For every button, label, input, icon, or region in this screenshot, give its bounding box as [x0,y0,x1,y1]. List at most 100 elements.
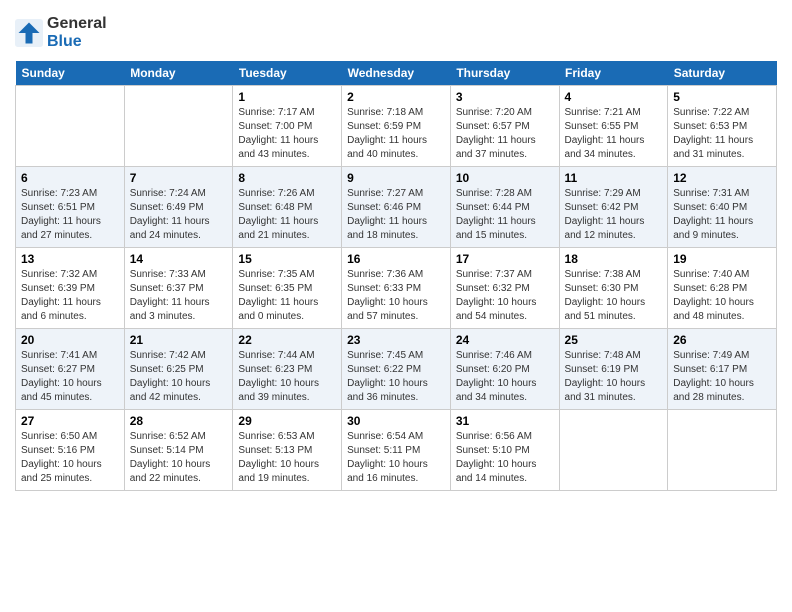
day-info: Sunrise: 7:49 AM Sunset: 6:17 PM Dayligh… [673,349,771,405]
day-number: 9 [347,171,445,185]
calendar-cell: 4 Sunrise: 7:21 AM Sunset: 6:55 PM Daylig… [559,86,668,167]
calendar-cell: 8 Sunrise: 7:26 AM Sunset: 6:48 PM Daylig… [233,167,342,248]
day-info: Sunrise: 6:50 AM Sunset: 5:16 PM Dayligh… [21,430,119,486]
day-number: 3 [456,90,554,104]
day-number: 26 [673,333,771,347]
calendar-cell: 17 Sunrise: 7:37 AM Sunset: 6:32 PM Dayli… [450,248,559,329]
calendar-cell [668,410,777,491]
day-number: 4 [565,90,663,104]
day-info: Sunrise: 7:44 AM Sunset: 6:23 PM Dayligh… [238,349,336,405]
calendar-cell: 3 Sunrise: 7:20 AM Sunset: 6:57 PM Daylig… [450,86,559,167]
calendar-week-1: 1 Sunrise: 7:17 AM Sunset: 7:00 PM Daylig… [16,86,777,167]
day-number: 20 [21,333,119,347]
day-number: 5 [673,90,771,104]
day-info: Sunrise: 7:22 AM Sunset: 6:53 PM Dayligh… [673,106,771,162]
day-info: Sunrise: 7:45 AM Sunset: 6:22 PM Dayligh… [347,349,445,405]
calendar-cell: 2 Sunrise: 7:18 AM Sunset: 6:59 PM Daylig… [342,86,451,167]
calendar-week-4: 20 Sunrise: 7:41 AM Sunset: 6:27 PM Dayli… [16,329,777,410]
day-info: Sunrise: 7:27 AM Sunset: 6:46 PM Dayligh… [347,187,445,243]
calendar-cell: 19Sunrise: 7:40 AM Sunset: 6:28 PM Dayli… [668,248,777,329]
day-info: Sunrise: 7:17 AM Sunset: 7:00 PM Dayligh… [238,106,336,162]
day-number: 6 [21,171,119,185]
day-number: 1 [238,90,336,104]
day-info: Sunrise: 7:48 AM Sunset: 6:19 PM Dayligh… [565,349,663,405]
calendar-header-row: SundayMondayTuesdayWednesdayThursdayFrid… [16,61,777,86]
calendar-cell [559,410,668,491]
day-info: Sunrise: 7:28 AM Sunset: 6:44 PM Dayligh… [456,187,554,243]
day-number: 8 [238,171,336,185]
calendar-table: SundayMondayTuesdayWednesdayThursdayFrid… [15,61,777,491]
day-number: 28 [130,414,228,428]
day-info: Sunrise: 7:35 AM Sunset: 6:35 PM Dayligh… [238,268,336,324]
day-info: Sunrise: 7:38 AM Sunset: 6:30 PM Dayligh… [565,268,663,324]
col-header-wednesday: Wednesday [342,61,451,86]
logo-icon [15,19,43,47]
day-info: Sunrise: 7:41 AM Sunset: 6:27 PM Dayligh… [21,349,119,405]
day-info: Sunrise: 6:53 AM Sunset: 5:13 PM Dayligh… [238,430,336,486]
day-number: 17 [456,252,554,266]
day-number: 12 [673,171,771,185]
day-info: Sunrise: 6:52 AM Sunset: 5:14 PM Dayligh… [130,430,228,486]
day-number: 29 [238,414,336,428]
calendar-cell: 22 Sunrise: 7:44 AM Sunset: 6:23 PM Dayli… [233,329,342,410]
day-info: Sunrise: 7:37 AM Sunset: 6:32 PM Dayligh… [456,268,554,324]
calendar-cell: 11Sunrise: 7:29 AM Sunset: 6:42 PM Dayli… [559,167,668,248]
logo: General Blue [15,15,107,51]
calendar-cell: 7Sunrise: 7:24 AM Sunset: 6:49 PM Daylig… [124,167,233,248]
calendar-cell: 28 Sunrise: 6:52 AM Sunset: 5:14 PM Dayli… [124,410,233,491]
day-info: Sunrise: 7:18 AM Sunset: 6:59 PM Dayligh… [347,106,445,162]
day-info: Sunrise: 7:42 AM Sunset: 6:25 PM Dayligh… [130,349,228,405]
calendar-week-3: 13Sunrise: 7:32 AM Sunset: 6:39 PM Dayli… [16,248,777,329]
day-info: Sunrise: 7:29 AM Sunset: 6:42 PM Dayligh… [565,187,663,243]
calendar-cell: 16 Sunrise: 7:36 AM Sunset: 6:33 PM Dayli… [342,248,451,329]
calendar-cell [16,86,125,167]
col-header-friday: Friday [559,61,668,86]
day-info: Sunrise: 6:56 AM Sunset: 5:10 PM Dayligh… [456,430,554,486]
day-info: Sunrise: 7:36 AM Sunset: 6:33 PM Dayligh… [347,268,445,324]
calendar-cell: 1 Sunrise: 7:17 AM Sunset: 7:00 PM Daylig… [233,86,342,167]
day-number: 24 [456,333,554,347]
calendar-cell: 9 Sunrise: 7:27 AM Sunset: 6:46 PM Daylig… [342,167,451,248]
calendar-cell: 26 Sunrise: 7:49 AM Sunset: 6:17 PM Dayli… [668,329,777,410]
calendar-cell: 10 Sunrise: 7:28 AM Sunset: 6:44 PM Dayli… [450,167,559,248]
calendar-cell [124,86,233,167]
calendar-cell: 25Sunrise: 7:48 AM Sunset: 6:19 PM Dayli… [559,329,668,410]
day-number: 22 [238,333,336,347]
day-info: Sunrise: 7:26 AM Sunset: 6:48 PM Dayligh… [238,187,336,243]
calendar-cell: 12Sunrise: 7:31 AM Sunset: 6:40 PM Dayli… [668,167,777,248]
day-info: Sunrise: 7:46 AM Sunset: 6:20 PM Dayligh… [456,349,554,405]
day-number: 14 [130,252,228,266]
calendar-cell: 24 Sunrise: 7:46 AM Sunset: 6:20 PM Dayli… [450,329,559,410]
calendar-cell: 14 Sunrise: 7:33 AM Sunset: 6:37 PM Dayli… [124,248,233,329]
calendar-cell: 29 Sunrise: 6:53 AM Sunset: 5:13 PM Dayli… [233,410,342,491]
calendar-cell: 21 Sunrise: 7:42 AM Sunset: 6:25 PM Dayli… [124,329,233,410]
day-info: Sunrise: 7:24 AM Sunset: 6:49 PM Dayligh… [130,187,228,243]
calendar-cell: 27 Sunrise: 6:50 AM Sunset: 5:16 PM Dayli… [16,410,125,491]
day-info: Sunrise: 7:23 AM Sunset: 6:51 PM Dayligh… [21,187,119,243]
day-number: 15 [238,252,336,266]
day-number: 30 [347,414,445,428]
col-header-saturday: Saturday [668,61,777,86]
day-info: Sunrise: 7:33 AM Sunset: 6:37 PM Dayligh… [130,268,228,324]
day-number: 21 [130,333,228,347]
day-number: 2 [347,90,445,104]
calendar-cell: 15 Sunrise: 7:35 AM Sunset: 6:35 PM Dayli… [233,248,342,329]
day-number: 23 [347,333,445,347]
col-header-monday: Monday [124,61,233,86]
calendar-cell: 18 Sunrise: 7:38 AM Sunset: 6:30 PM Dayli… [559,248,668,329]
day-info: Sunrise: 7:20 AM Sunset: 6:57 PM Dayligh… [456,106,554,162]
calendar-cell: 30Sunrise: 6:54 AM Sunset: 5:11 PM Dayli… [342,410,451,491]
day-number: 27 [21,414,119,428]
col-header-thursday: Thursday [450,61,559,86]
day-number: 18 [565,252,663,266]
day-number: 10 [456,171,554,185]
day-number: 16 [347,252,445,266]
col-header-tuesday: Tuesday [233,61,342,86]
day-info: Sunrise: 7:21 AM Sunset: 6:55 PM Dayligh… [565,106,663,162]
day-number: 19 [673,252,771,266]
calendar-cell: 13Sunrise: 7:32 AM Sunset: 6:39 PM Dayli… [16,248,125,329]
calendar-cell: 6 Sunrise: 7:23 AM Sunset: 6:51 PM Daylig… [16,167,125,248]
logo-text: General Blue [47,15,107,51]
day-number: 31 [456,414,554,428]
calendar-cell: 23 Sunrise: 7:45 AM Sunset: 6:22 PM Dayli… [342,329,451,410]
